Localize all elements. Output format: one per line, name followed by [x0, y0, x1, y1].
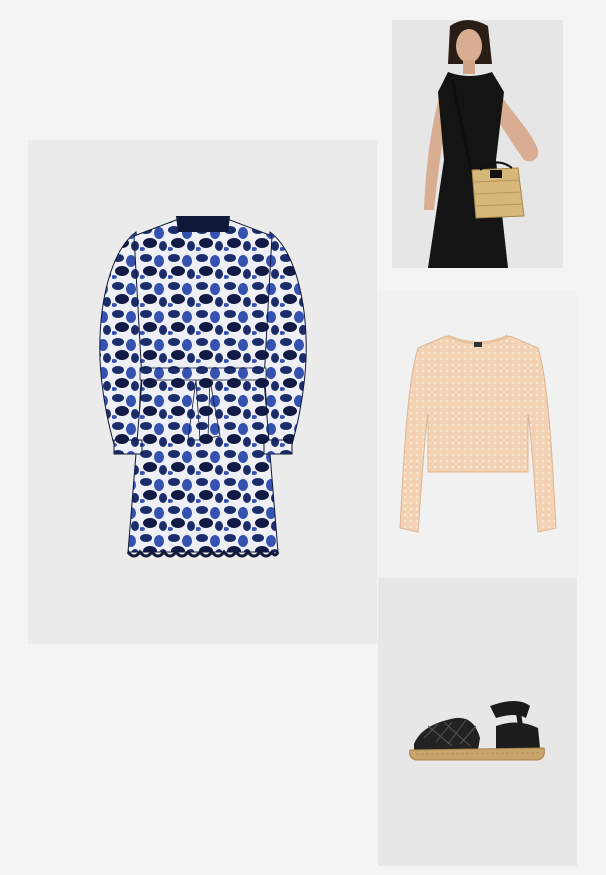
knit-sweater-image [399, 334, 557, 533]
product-tile-sweater[interactable] [378, 290, 577, 578]
model-with-straw-bag-image [424, 20, 539, 268]
product-tile-shoe[interactable] [378, 578, 577, 866]
product-tile-bag[interactable] [392, 20, 563, 268]
printed-shirt-dress-image [99, 216, 307, 558]
espadrille-sandal-image [409, 701, 545, 761]
product-tile-dress[interactable] [28, 140, 377, 644]
